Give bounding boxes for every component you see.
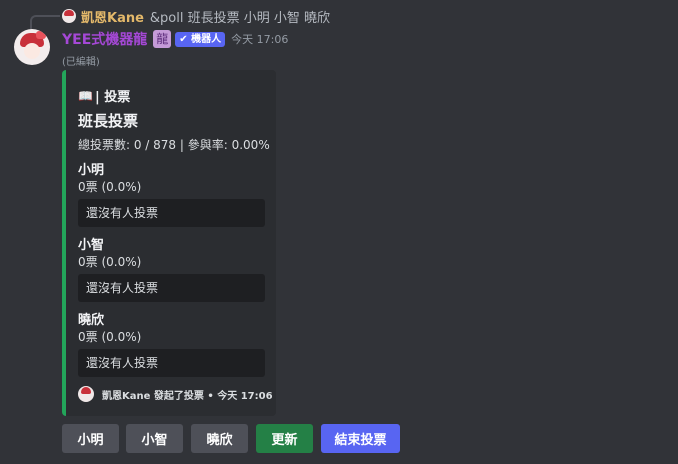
field-name: 曉欣 [78,313,105,328]
refresh-button[interactable]: 更新 [256,424,313,453]
field-value: 0票 (0.0%) [78,180,142,194]
reply-content[interactable]: &poll 班長投票 小明 小智 曉欣 [150,7,330,26]
footer-text: 凱恩Kane 發起了投票 • 今天 17:06 [102,390,273,402]
voters-box: 還沒有人投票 [78,199,265,227]
book-icon: 📖 [78,88,93,103]
edited-label: (已編輯) [62,57,100,68]
reply-avatar[interactable] [62,9,76,23]
avatar-bow [36,31,46,39]
field-value: 0票 (0.0%) [78,255,142,269]
message-timestamp[interactable]: 今天 17:06 [231,31,288,47]
poll-embed: 📖 | 投票 班長投票 總投票數: 0 / 878 | 參與率: 0.00% 小… [62,70,276,416]
end-poll-button[interactable]: 結束投票 [321,424,400,453]
role-icon: 龍 [153,30,172,48]
embed-author-text: | 投票 [94,90,131,105]
vote-option-button[interactable]: 小明 [62,424,119,453]
embed-footer: 凱恩Kane 發起了投票 • 今天 17:06 [78,385,273,403]
footer-avatar [78,386,94,402]
message-header: YEE式機器龍 龍 ✔ 機器人 今天 17:06 [62,29,288,49]
reply-author[interactable]: 凱恩Kane [81,7,144,26]
bot-username[interactable]: YEE式機器龍 [62,29,147,49]
bot-tag: ✔ 機器人 [175,31,226,47]
embed-description: 總投票數: 0 / 878 | 參與率: 0.00% [78,138,270,152]
field-name: 小明 [78,163,105,178]
embed-title: 班長投票 [78,112,139,130]
embed-author: 📖 | 投票 [78,86,131,106]
field-name: 小智 [78,238,105,253]
avatar-face [24,43,40,59]
reply-preview[interactable]: 凱恩Kane &poll 班長投票 小明 小智 曉欣 [62,7,330,26]
voters-box: 還沒有人投票 [78,349,265,377]
field-value: 0票 (0.0%) [78,330,142,344]
vote-option-button[interactable]: 曉欣 [191,424,248,453]
vote-option-button[interactable]: 小智 [126,424,183,453]
voters-box: 還沒有人投票 [78,274,265,302]
bot-avatar[interactable] [14,29,50,65]
